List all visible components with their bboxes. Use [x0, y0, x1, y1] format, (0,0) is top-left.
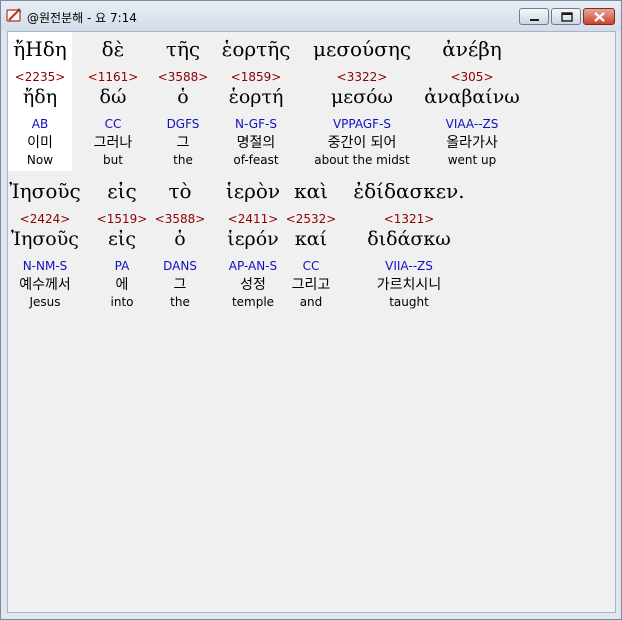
strongs-number: <1859>	[230, 70, 282, 84]
strongs-number: <1321>	[383, 212, 435, 226]
greek-word: ἐδίδασκεν.	[353, 179, 465, 203]
maximize-button[interactable]	[551, 8, 581, 25]
parsing-code: VIIA--ZS	[385, 259, 433, 273]
word-cell[interactable]: ἐδίδασκεν. <1321> διδάσκω VIIA--ZS 가르치시니 taug…	[349, 178, 469, 314]
word-cell[interactable]: μεσούσης <3322> μεσόω VPPAGF-S 중간이 되어 about t…	[302, 36, 422, 172]
minimize-button[interactable]	[519, 8, 549, 25]
korean-gloss: 가르치시니	[376, 277, 442, 293]
title-bar[interactable]: @원전분해 - 요 7:14	[1, 1, 621, 31]
greek-word: μεσούσης	[312, 37, 412, 61]
parsing-code: VIAA--ZS	[445, 117, 499, 131]
parsing-code: N-GF-S	[235, 117, 277, 131]
parsing-code: VPPAGF-S	[332, 117, 392, 131]
verse-analysis-panel: ἤΗδη <2235> ἤδη AB 이미 Now δὲ <1161> δώ CC 그러나 but τῆ…	[7, 31, 616, 613]
english-gloss: of-feast	[233, 153, 279, 167]
lemma-word: μεσόω	[330, 86, 394, 108]
strongs-number: <305>	[450, 70, 494, 84]
english-gloss: taught	[389, 295, 429, 309]
lemma-word: ἀναβαίνω	[424, 86, 520, 108]
korean-gloss: 올라가사	[446, 135, 498, 151]
bible-pencil-icon	[6, 8, 22, 22]
word-cell[interactable]: ἑορτῆς <1859> ἑορτή N-GF-S 명절의 of-feast	[196, 36, 316, 172]
maximize-icon	[561, 12, 573, 22]
word-cell[interactable]: ἀνέβη <305> ἀναβαίνω VIAA--ZS 올라가사 went up	[412, 36, 532, 172]
greek-word: ἑορτῆς	[221, 37, 291, 61]
korean-gloss: 명절의	[236, 135, 276, 151]
minimize-icon	[530, 19, 539, 21]
strongs-number: <3322>	[336, 70, 388, 84]
lemma-word: διδάσκω	[367, 228, 451, 250]
english-gloss: went up	[447, 153, 497, 167]
english-gloss: about the midst	[314, 153, 410, 167]
close-button[interactable]	[583, 8, 615, 25]
korean-gloss: 중간이 되어	[327, 135, 397, 151]
greek-word: ἀνέβη	[442, 37, 502, 61]
app-window: @원전분해 - 요 7:14 ἤΗδη <2235> ἤδη AB 이미 Now δὲ <11…	[0, 0, 622, 620]
lemma-word: ἑορτή	[228, 86, 284, 108]
close-icon	[594, 12, 605, 22]
window-title: @원전분해 - 요 7:14	[27, 11, 137, 25]
